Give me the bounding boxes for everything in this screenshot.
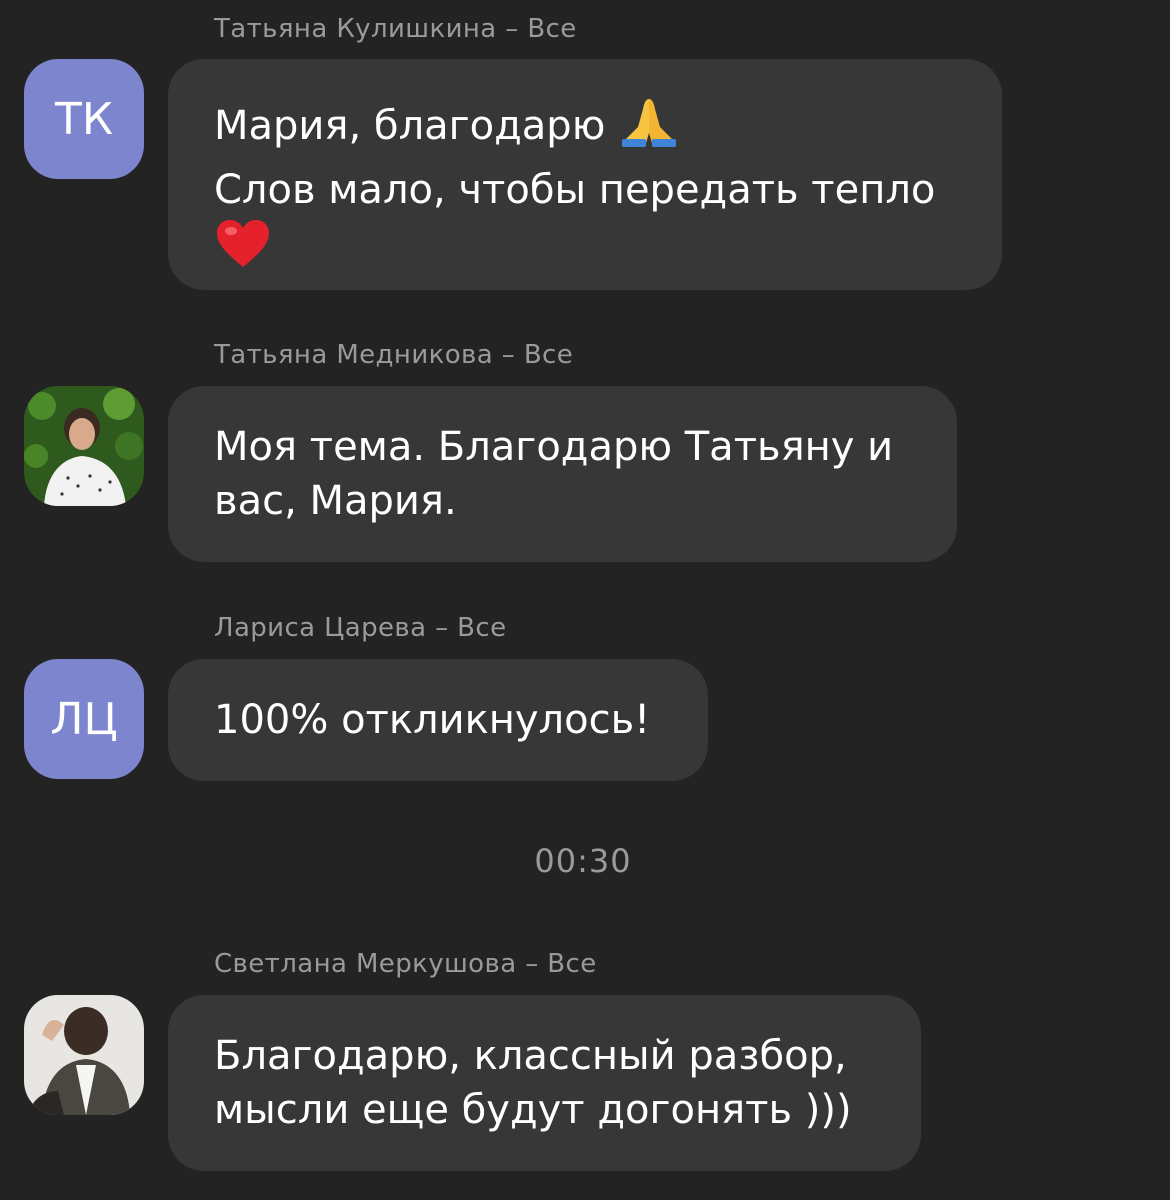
- message-text-line: 100% откликнулось!: [214, 697, 651, 743]
- avatar-initials: ЛЦ: [50, 693, 118, 745]
- avatar[interactable]: [24, 386, 144, 506]
- folded-hands-icon: [618, 93, 680, 163]
- user-photo-avatar: [24, 386, 144, 506]
- message-bubble[interactable]: 100% откликнулось!: [168, 659, 708, 781]
- user-photo-avatar: [24, 995, 144, 1115]
- message-text-line: вас, Мария.: [214, 478, 457, 524]
- message-sender: Лариса Царева – Все: [214, 613, 507, 643]
- message-text-line: мысли еще будут догонять ))): [214, 1087, 852, 1133]
- message-sender: Светлана Меркушова – Все: [214, 949, 597, 979]
- avatar[interactable]: ЛЦ: [24, 659, 144, 779]
- message-bubble[interactable]: Моя тема. Благодарю Татьяну и вас, Мария…: [168, 386, 957, 562]
- avatar[interactable]: ТК: [24, 59, 144, 179]
- message-text-line: Слов мало, чтобы передать тепло: [214, 167, 936, 213]
- timestamp: 00:30: [534, 842, 632, 880]
- avatar-initials: ТК: [54, 93, 114, 145]
- message-text-line: Моя тема. Благодарю Татьяну и: [214, 424, 894, 470]
- message-bubble[interactable]: Мария, благодарю Слов мало, чтобы переда…: [168, 59, 1002, 290]
- message-sender: Татьяна Кулишкина – Все: [214, 14, 577, 44]
- message-text-line: Благодарю, классный разбор,: [214, 1033, 847, 1079]
- message-sender: Татьяна Медникова – Все: [214, 340, 574, 370]
- red-heart-icon: [214, 217, 272, 283]
- avatar[interactable]: [24, 995, 144, 1115]
- message-bubble[interactable]: Благодарю, классный разбор, мысли еще бу…: [168, 995, 921, 1171]
- message-text-line: Мария, благодарю: [214, 103, 606, 149]
